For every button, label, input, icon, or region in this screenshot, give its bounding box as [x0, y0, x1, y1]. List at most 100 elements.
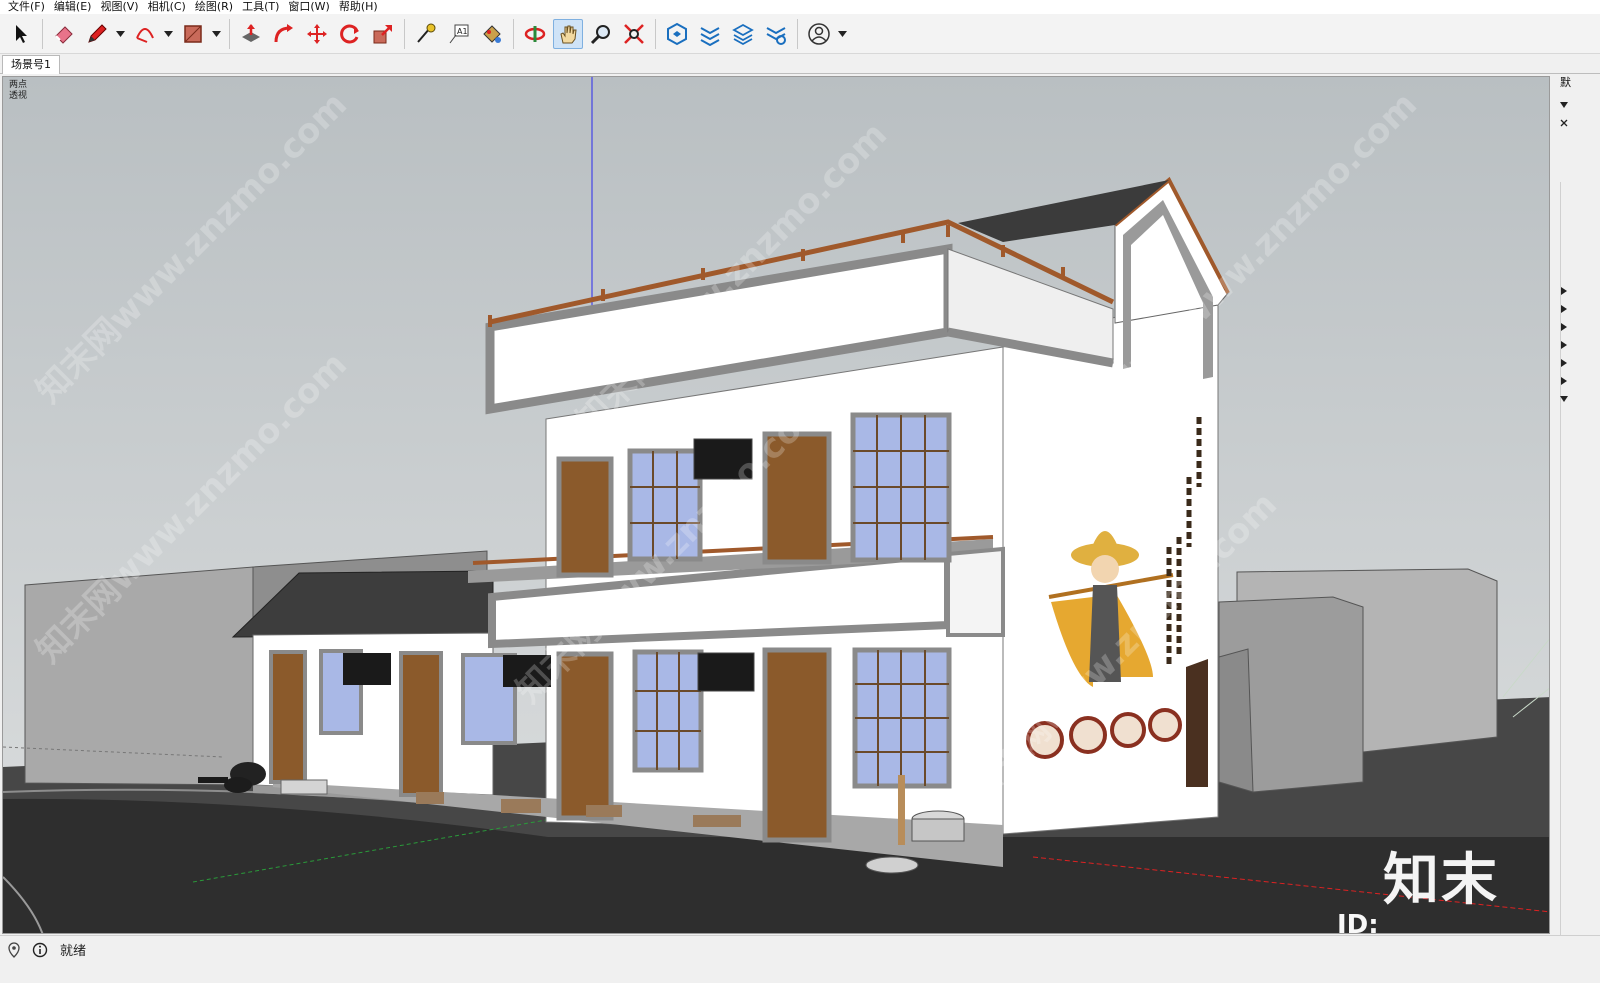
tray-section-toggle[interactable] — [1558, 284, 1570, 297]
menu-window[interactable]: 窗口(W) — [284, 0, 334, 14]
rotate-tool-button[interactable] — [335, 19, 365, 49]
account-icon — [808, 22, 830, 45]
tray-section-toggle[interactable] — [1558, 302, 1570, 315]
pencil-tool-button[interactable] — [82, 19, 112, 49]
rotate-icon — [340, 24, 359, 43]
chevron-down-icon — [163, 30, 173, 37]
view-label-line-2: 透视 — [9, 91, 28, 101]
mural-medallion-4 — [1148, 708, 1182, 742]
layout-button[interactable] — [728, 19, 758, 49]
chevron-down-icon — [1560, 395, 1568, 402]
text-tool-button[interactable]: A1 — [444, 19, 474, 49]
scene-tab-1[interactable]: 场景号1 — [2, 55, 60, 74]
bench — [416, 792, 444, 804]
extension-manager-icon — [766, 26, 786, 45]
eraser-icon — [55, 25, 73, 44]
tray-section-toggle[interactable] — [1558, 392, 1570, 405]
bench — [501, 799, 541, 813]
pencil-dropdown[interactable] — [115, 19, 125, 49]
info-icon — [32, 942, 48, 957]
brand-watermark: 知末 — [1383, 848, 1499, 913]
extension-manager-button[interactable] — [761, 19, 791, 49]
chevron-right-icon — [1561, 322, 1567, 331]
menu-help[interactable]: 帮助(H) — [335, 0, 383, 14]
trough — [280, 779, 328, 795]
bg-block-right-3 — [1218, 648, 1254, 793]
scale-icon — [373, 24, 392, 43]
ac-unit-lower — [697, 652, 755, 692]
chevron-right-icon — [1561, 376, 1567, 385]
tray-section-toggle[interactable] — [1558, 356, 1570, 369]
rectangle-icon — [184, 24, 202, 43]
tray-title[interactable]: 默 — [1560, 76, 1571, 90]
door-annex-1 — [269, 650, 307, 784]
geolocation-status[interactable] — [6, 941, 22, 958]
pan-icon — [560, 25, 577, 43]
chevron-right-icon — [1561, 340, 1567, 349]
mural-face — [1091, 555, 1119, 583]
mural-figure — [1186, 659, 1208, 787]
paint-bucket-icon — [483, 24, 501, 43]
select-tool-button[interactable] — [6, 19, 36, 49]
toolbar-separator — [229, 18, 230, 49]
account-dropdown[interactable] — [837, 19, 847, 49]
follow-me-tool-button[interactable] — [269, 19, 299, 49]
arc-tool-button[interactable] — [130, 19, 160, 49]
chevron-down-icon — [837, 30, 847, 37]
main-toolbar: A1 — [0, 14, 1600, 54]
push-pull-tool-button[interactable] — [236, 19, 266, 49]
door-upper-1 — [556, 456, 614, 578]
rectangle-tool-button[interactable] — [178, 19, 208, 49]
jar-base — [198, 777, 228, 783]
menu-file[interactable]: 文件(F) — [4, 0, 50, 14]
account-button[interactable] — [804, 19, 834, 49]
orbit-icon — [524, 25, 546, 42]
eraser-tool-button[interactable] — [49, 19, 79, 49]
3d-warehouse-button[interactable] — [662, 19, 692, 49]
paint-bucket-tool-button[interactable] — [477, 19, 507, 49]
chevron-right-icon — [1561, 358, 1567, 367]
menu-bar: 文件(F) 编辑(E) 视图(V) 相机(C) 绘图(R) 工具(T) 窗口(W… — [0, 0, 1600, 14]
tape-measure-tool-button[interactable] — [411, 19, 441, 49]
toolbar-separator — [42, 18, 43, 49]
menu-camera[interactable]: 相机(C) — [144, 0, 191, 14]
tray-expand-toggle[interactable] — [1558, 98, 1570, 111]
arc-dropdown[interactable] — [163, 19, 173, 49]
view-label-line-1: 两点 — [9, 80, 28, 90]
status-message: 就绪 — [60, 944, 87, 959]
instructor-toggle[interactable] — [32, 942, 48, 958]
menu-view[interactable]: 视图(V) — [96, 0, 143, 14]
menu-draw[interactable]: 绘图(R) — [191, 0, 238, 14]
tray-section-toggle[interactable] — [1558, 338, 1570, 351]
zoom-extents-icon — [624, 23, 644, 44]
window-lower-1 — [632, 649, 704, 773]
extension-warehouse-button[interactable] — [695, 19, 725, 49]
follow-me-icon — [274, 23, 293, 42]
bench — [586, 805, 622, 817]
balcony-side — [946, 546, 1005, 637]
menu-tools[interactable]: 工具(T) — [238, 0, 284, 14]
orbit-tool-button[interactable] — [520, 19, 550, 49]
toolbar-separator — [404, 18, 405, 49]
move-tool-button[interactable] — [302, 19, 332, 49]
stone-basin — [865, 856, 919, 874]
arc-icon — [136, 27, 154, 43]
bench — [693, 815, 741, 827]
door-annex-2 — [399, 651, 443, 797]
mural-medallion-3 — [1110, 712, 1146, 748]
close-icon — [1560, 119, 1568, 126]
bottom-strip — [0, 963, 1600, 983]
tray-close-icon[interactable] — [1558, 116, 1570, 129]
tray-section-toggle[interactable] — [1558, 320, 1570, 333]
location-pin-icon — [8, 941, 20, 958]
zoom-tool-button[interactable] — [586, 19, 616, 49]
zoom-extents-tool-button[interactable] — [619, 19, 649, 49]
scale-tool-button[interactable] — [368, 19, 398, 49]
push-pull-icon — [242, 23, 260, 42]
tray-section-toggle[interactable] — [1558, 374, 1570, 387]
model-viewport[interactable]: 知末网www.znzmo.com 知末网www.znzmo.com 知末网www… — [2, 76, 1550, 934]
rectangle-dropdown[interactable] — [211, 19, 221, 49]
pan-tool-button[interactable] — [553, 18, 583, 49]
menu-edit[interactable]: 编辑(E) — [50, 0, 97, 14]
text-icon: A1 — [449, 24, 469, 43]
